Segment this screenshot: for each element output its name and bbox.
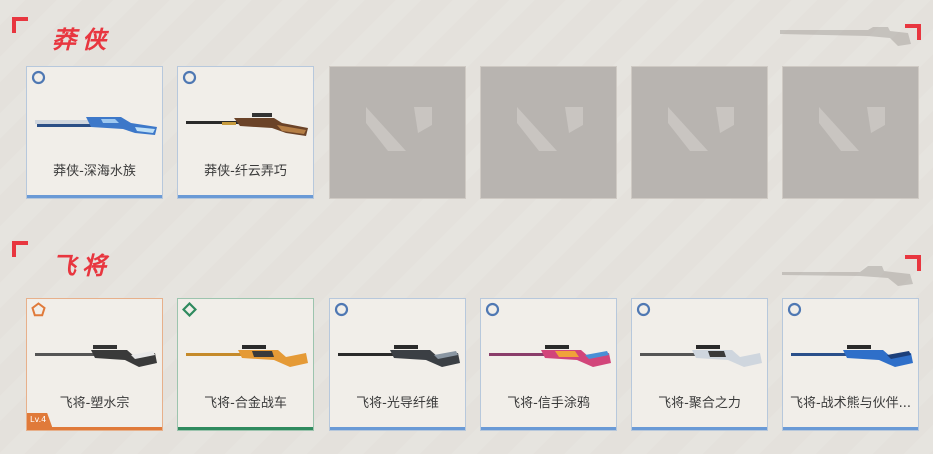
sniper-silhouette-icon bbox=[782, 266, 913, 286]
skin-card[interactable]: 莽侠-纤云弄巧 bbox=[177, 66, 314, 199]
empty-skin-slot[interactable] bbox=[631, 66, 768, 199]
section-marshal: 飞将 飞将-塑水宗 Lv.4 飞将-合金战车 飞将-光导纤维 飞将-信手涂鸦 飞… bbox=[0, 230, 933, 454]
rarity-bar bbox=[178, 427, 313, 430]
sniper-skin-icon bbox=[640, 345, 762, 367]
skin-card[interactable]: 飞将-信手涂鸦 bbox=[480, 298, 617, 431]
empty-skin-slot[interactable] bbox=[329, 66, 466, 199]
skin-name: 飞将-战术熊与伙伴... bbox=[789, 396, 912, 411]
section-title: 莽侠 bbox=[52, 26, 112, 54]
shotgun-skin-icon bbox=[35, 117, 157, 135]
corner-bracket-right bbox=[905, 24, 921, 40]
sniper-skin-icon bbox=[186, 345, 308, 367]
pentagon-icon bbox=[31, 302, 46, 317]
rarity-bar bbox=[632, 427, 767, 430]
level-badge: Lv.4 bbox=[27, 413, 53, 427]
ring-icon bbox=[31, 70, 46, 85]
skin-name: 飞将-信手涂鸦 bbox=[507, 396, 590, 411]
ring-icon bbox=[485, 302, 500, 317]
rarity-bar bbox=[27, 427, 162, 430]
valorant-v-logo-icon bbox=[819, 107, 885, 151]
shotgun-silhouette-icon bbox=[780, 27, 911, 46]
skin-card[interactable]: 飞将-战术熊与伙伴... bbox=[782, 298, 919, 431]
skin-name: 飞将-光导纤维 bbox=[356, 396, 439, 411]
sniper-skin-icon bbox=[35, 345, 157, 367]
skin-name: 莽侠-深海水族 bbox=[53, 164, 136, 179]
ring-icon bbox=[636, 302, 651, 317]
skin-card[interactable]: 飞将-聚合之力 bbox=[631, 298, 768, 431]
skin-name: 飞将-塑水宗 bbox=[59, 396, 130, 411]
skin-name: 莽侠-纤云弄巧 bbox=[204, 164, 287, 179]
ring-icon bbox=[334, 302, 349, 317]
skin-card[interactable]: 飞将-合金战车 bbox=[177, 298, 314, 431]
empty-skin-slot[interactable] bbox=[480, 66, 617, 199]
corner-bracket-left bbox=[12, 17, 28, 33]
valorant-v-logo-icon bbox=[668, 107, 734, 151]
sniper-skin-icon bbox=[791, 345, 913, 367]
section-bucky: 莽侠 莽侠-深海水族 莽侠-纤云弄巧 bbox=[0, 0, 933, 210]
skin-name: 飞将-聚合之力 bbox=[658, 396, 741, 411]
skin-name: 飞将-合金战车 bbox=[204, 396, 287, 411]
rarity-bar bbox=[481, 427, 616, 430]
empty-skin-slot[interactable] bbox=[782, 66, 919, 199]
rarity-bar bbox=[178, 195, 313, 198]
sniper-skin-icon bbox=[489, 345, 611, 367]
skin-card[interactable]: 飞将-塑水宗 Lv.4 bbox=[26, 298, 163, 431]
section-title: 飞将 bbox=[52, 252, 112, 280]
rarity-bar bbox=[783, 427, 918, 430]
sniper-skin-icon bbox=[338, 345, 460, 367]
shotgun-skin-icon bbox=[186, 113, 308, 136]
rarity-bar bbox=[330, 427, 465, 430]
diamond-icon bbox=[182, 302, 197, 317]
corner-bracket-left bbox=[12, 241, 28, 257]
ring-icon bbox=[182, 70, 197, 85]
ring-icon bbox=[787, 302, 802, 317]
valorant-v-logo-icon bbox=[517, 107, 583, 151]
skin-card[interactable]: 飞将-光导纤维 bbox=[329, 298, 466, 431]
skin-card[interactable]: 莽侠-深海水族 bbox=[26, 66, 163, 199]
corner-bracket-right bbox=[905, 255, 921, 271]
valorant-v-logo-icon bbox=[366, 107, 432, 151]
rarity-bar bbox=[27, 195, 162, 198]
